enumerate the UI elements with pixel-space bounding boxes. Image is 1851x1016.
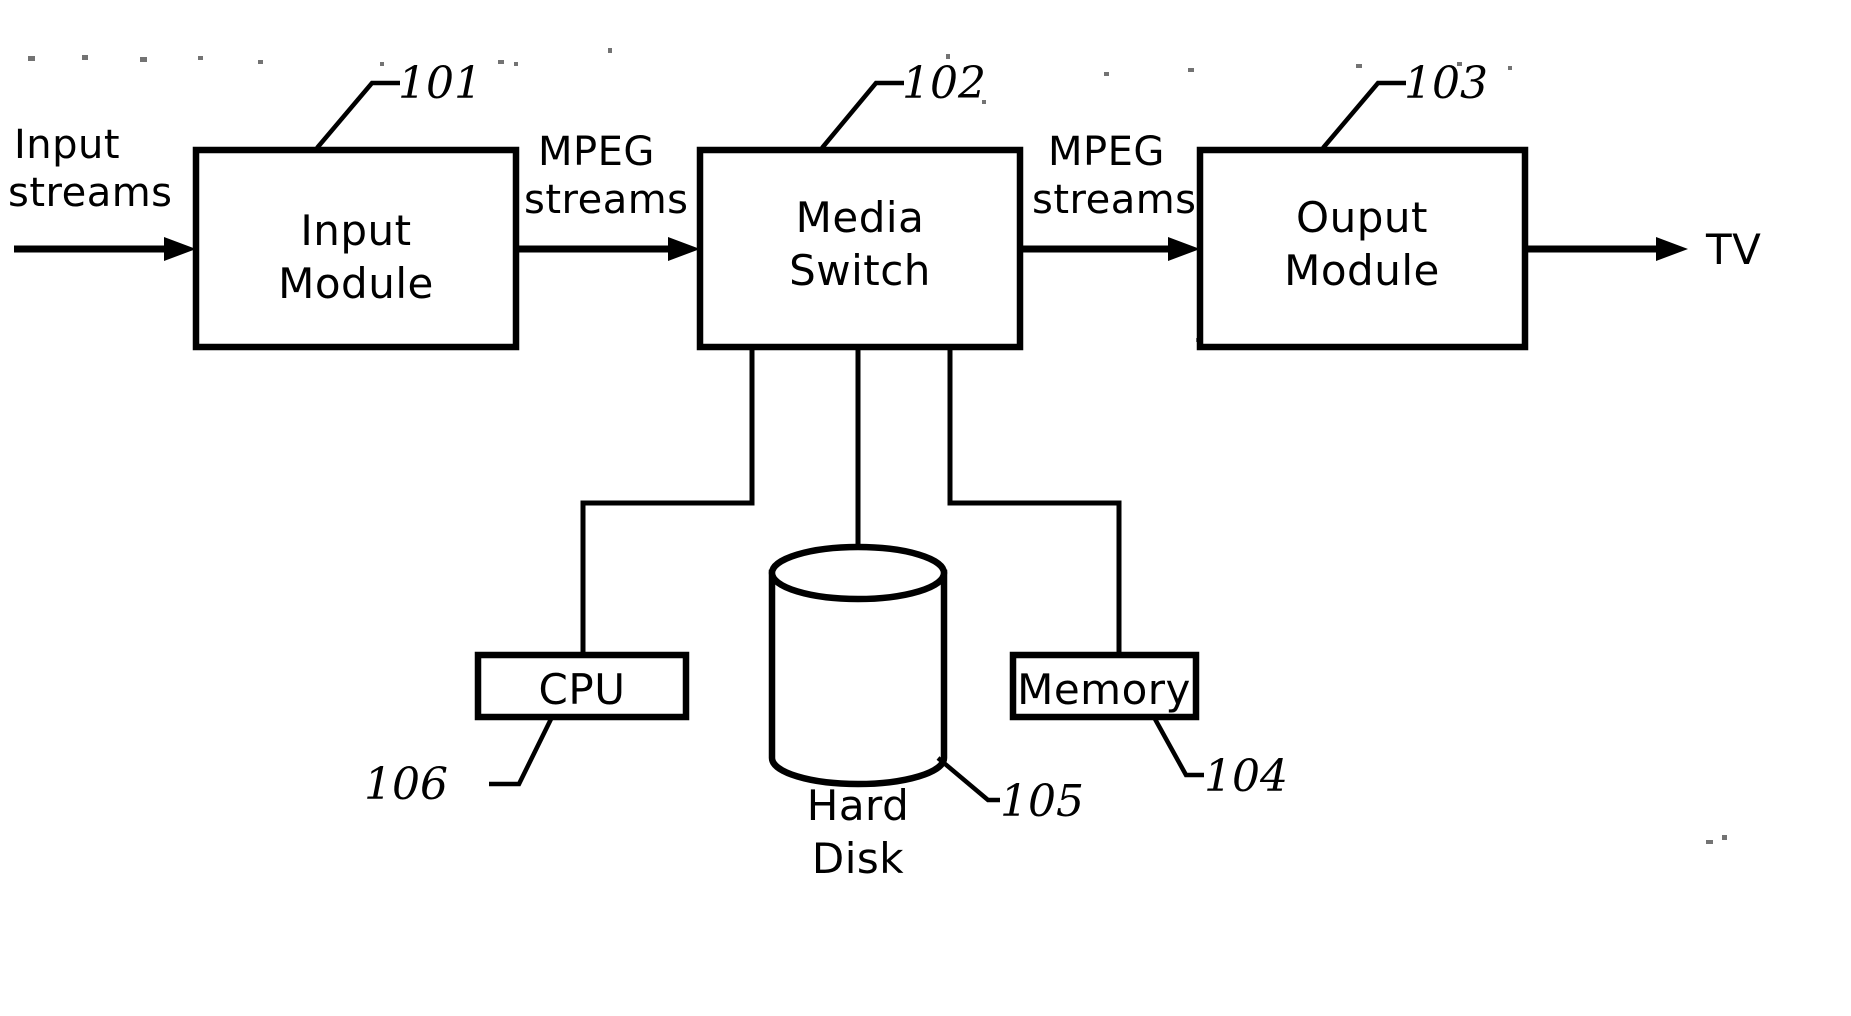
bus-to-memory (947, 347, 1122, 655)
ref-numeral-101: 101 (398, 58, 482, 109)
memory-label: Memory (1017, 665, 1191, 714)
ref-leader-104 (1153, 717, 1204, 778)
input-module-label-line1: Input (300, 206, 411, 255)
ref-numeral-103: 103 (1404, 58, 1488, 109)
mpeg-streams-arrow-2 (1020, 237, 1200, 261)
mpeg-streams-arrow-1 (516, 237, 700, 261)
input-streams-arrow (14, 237, 196, 261)
hard-disk-label-line2: Disk (812, 834, 904, 883)
ref-leader-103 (1321, 80, 1406, 150)
media-switch-label-line1: Media (796, 193, 925, 242)
block-diagram-svg: Input streams Input Module 101 MPEG stre… (8, 48, 1761, 883)
input-module-label-line2: Module (278, 259, 434, 308)
ref-leader-105 (936, 756, 1000, 803)
patent-figure-canvas: Input streams Input Module 101 MPEG stre… (0, 0, 1851, 1016)
tv-output-arrow (1525, 237, 1688, 261)
mpeg-streams-2-label-line2: streams (1032, 177, 1197, 223)
ref-numeral-104: 104 (1204, 751, 1288, 802)
hard-disk-label-line1: Hard (807, 781, 910, 830)
ref-numeral-106: 106 (364, 759, 448, 810)
ref-leader-102 (820, 80, 904, 150)
input-streams-label-line2: streams (8, 170, 173, 216)
block-hard-disk[interactable] (768, 543, 948, 788)
ouput-module-label-line2: Module (1284, 246, 1440, 295)
media-switch-label-line2: Switch (789, 246, 931, 295)
mpeg-streams-1-label-line2: streams (524, 177, 689, 223)
ref-leader-101 (315, 80, 400, 150)
mpeg-streams-2-label-line1: MPEG (1048, 129, 1165, 175)
cpu-label: CPU (539, 665, 626, 714)
ref-leader-106 (489, 718, 554, 787)
tv-output-label: TV (1705, 225, 1761, 274)
input-streams-label-line1: Input (14, 122, 120, 168)
ref-numeral-105: 105 (1000, 776, 1084, 827)
mpeg-streams-1-label-line1: MPEG (538, 129, 655, 175)
ref-numeral-102: 102 (902, 58, 986, 109)
ouput-module-label-line1: Ouput (1296, 193, 1428, 242)
bus-to-cpu (580, 347, 755, 655)
